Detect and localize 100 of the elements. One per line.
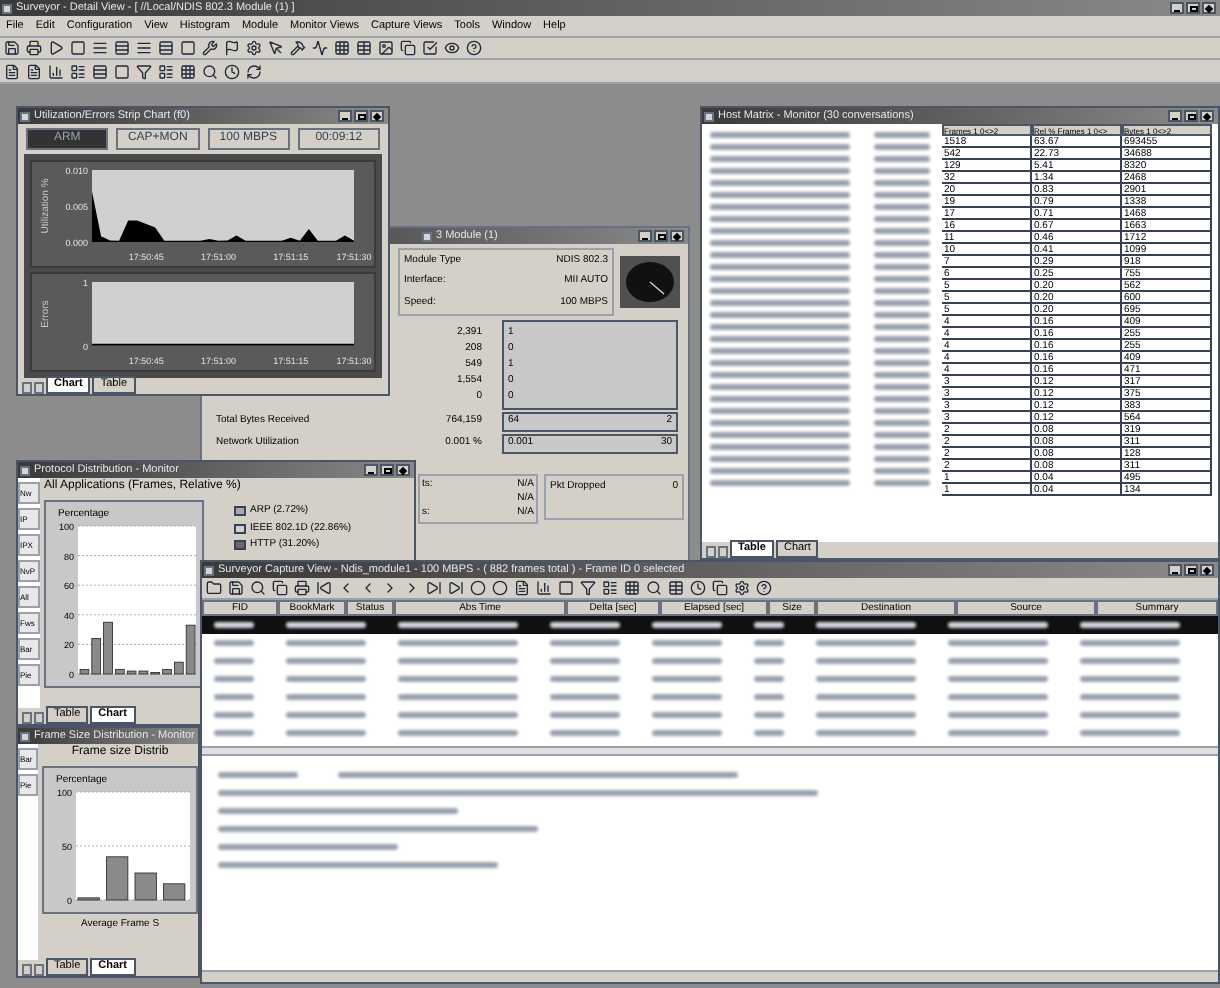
document-icon[interactable] [26, 63, 42, 79]
copy-icon[interactable] [272, 580, 288, 596]
settings-icon[interactable] [246, 40, 262, 56]
minimize-button[interactable] [638, 230, 652, 242]
scroll-left-button[interactable] [22, 964, 32, 976]
maximize-button[interactable] [654, 230, 668, 242]
wrench-icon[interactable] [202, 40, 218, 56]
hammer-icon[interactable] [290, 40, 306, 56]
last-icon[interactable] [448, 580, 464, 596]
printer-icon[interactable] [294, 580, 310, 596]
grid-icon[interactable] [180, 63, 196, 79]
square-icon[interactable] [180, 40, 196, 56]
blurred-text [710, 360, 850, 366]
minimize-button[interactable] [1170, 2, 1184, 14]
maximize-button[interactable] [354, 110, 368, 122]
filter-icon[interactable] [580, 580, 596, 596]
stop-icon[interactable] [70, 40, 86, 56]
refresh-icon[interactable] [246, 63, 262, 79]
blurred-text [710, 180, 850, 186]
first-icon[interactable] [316, 580, 332, 596]
blurred-text [754, 658, 784, 664]
back-icon[interactable] [360, 580, 376, 596]
scroll-left-button[interactable] [22, 712, 32, 724]
pointer-icon[interactable] [268, 40, 284, 56]
maximize-button[interactable] [1184, 564, 1198, 576]
blurred-text [710, 396, 850, 402]
save-icon[interactable] [4, 40, 20, 56]
close-button[interactable] [1200, 564, 1214, 576]
document-icon[interactable] [514, 580, 530, 596]
blurred-text [1080, 640, 1180, 646]
lines-icon[interactable] [92, 40, 108, 56]
grid-icon[interactable] [624, 580, 640, 596]
copy-icon[interactable] [712, 580, 728, 596]
maximize-button[interactable] [380, 464, 394, 476]
table-icon[interactable] [668, 580, 684, 596]
copy-icon[interactable] [400, 40, 416, 56]
lines-icon[interactable] [136, 40, 152, 56]
filter-icon[interactable] [136, 63, 152, 79]
bar-chart-icon[interactable] [48, 63, 64, 79]
close-button[interactable] [370, 110, 384, 122]
folder-icon[interactable] [206, 580, 222, 596]
save-icon[interactable] [228, 580, 244, 596]
bar-chart-icon[interactable] [536, 580, 552, 596]
clock-icon[interactable] [224, 63, 240, 79]
scroll-left-button[interactable] [22, 382, 32, 394]
next-icon[interactable] [404, 580, 420, 596]
settings-icon[interactable] [734, 580, 750, 596]
blurred-text [550, 658, 620, 664]
play-icon[interactable] [48, 40, 64, 56]
minimize-button[interactable] [364, 464, 378, 476]
scroll-left-button[interactable] [706, 546, 716, 558]
scroll-right-button[interactable] [34, 712, 44, 724]
list-icon[interactable] [70, 63, 86, 79]
image-icon[interactable] [378, 40, 394, 56]
scroll-right-button[interactable] [34, 964, 44, 976]
search-icon[interactable] [646, 580, 662, 596]
checkbox-icon[interactable] [422, 40, 438, 56]
forward-icon[interactable] [382, 580, 398, 596]
table-icon[interactable] [356, 40, 372, 56]
search-icon[interactable] [250, 580, 266, 596]
blurred-text [398, 676, 518, 682]
blurred-text [754, 622, 784, 628]
printer-icon[interactable] [26, 40, 42, 56]
minimize-button[interactable] [1168, 110, 1182, 122]
scroll-right-button[interactable] [34, 382, 44, 394]
close-button[interactable] [1200, 110, 1214, 122]
pulse-icon[interactable] [312, 40, 328, 56]
blurred-text [710, 252, 850, 258]
rows-icon[interactable] [114, 40, 130, 56]
blurred-text [874, 360, 930, 366]
help-icon[interactable] [756, 580, 772, 596]
help-icon[interactable] [466, 40, 482, 56]
minimize-button[interactable] [1168, 564, 1182, 576]
clock-icon[interactable] [690, 580, 706, 596]
search-icon[interactable] [202, 63, 218, 79]
table-row[interactable] [202, 616, 1218, 634]
minimize-button[interactable] [338, 110, 352, 122]
flag-icon[interactable] [224, 40, 240, 56]
list-icon[interactable] [158, 63, 174, 79]
blurred-text [710, 156, 850, 162]
square-icon[interactable] [114, 63, 130, 79]
rows-icon[interactable] [158, 40, 174, 56]
maximize-button[interactable] [1184, 110, 1198, 122]
maximize-button[interactable] [1186, 2, 1200, 14]
scroll-right-button[interactable] [718, 546, 728, 558]
list-icon[interactable] [602, 580, 618, 596]
close-button[interactable] [396, 464, 410, 476]
grid-icon[interactable] [334, 40, 350, 56]
close-button[interactable] [1202, 2, 1216, 14]
last-icon[interactable] [426, 580, 442, 596]
eye-icon[interactable] [444, 40, 460, 56]
square-icon[interactable] [558, 580, 574, 596]
blurred-text [816, 622, 916, 628]
document-icon[interactable] [4, 63, 20, 79]
close-button[interactable] [670, 230, 684, 242]
blurred-text [710, 408, 850, 414]
previous-icon[interactable] [338, 580, 354, 596]
blurred-text [214, 676, 254, 682]
rows-icon[interactable] [92, 63, 108, 79]
blurred-text [710, 336, 850, 342]
